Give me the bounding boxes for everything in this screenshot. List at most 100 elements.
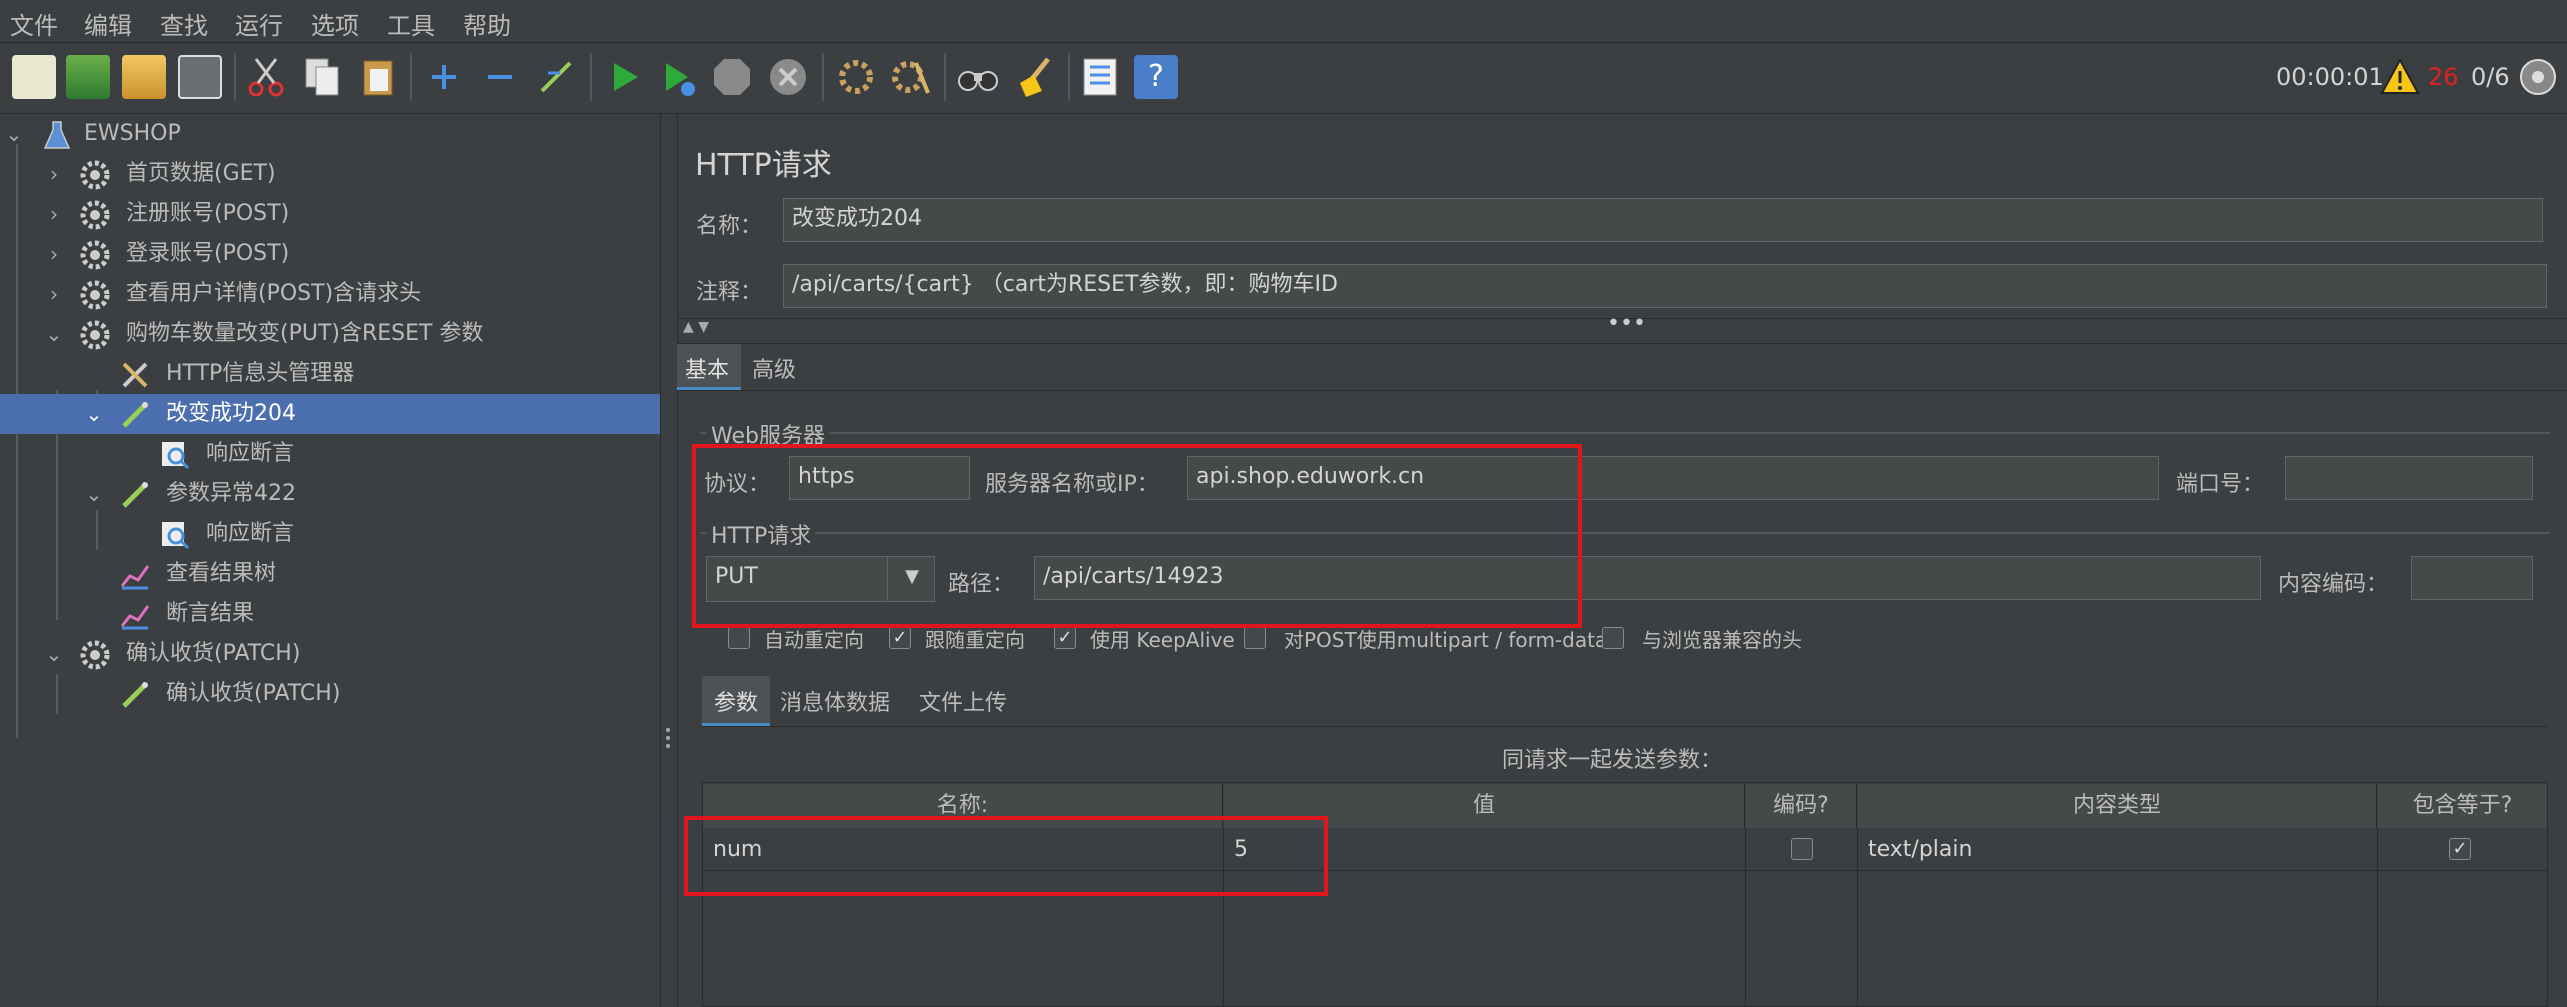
tab-files-upload[interactable]: 文件上传	[919, 685, 1007, 717]
comment-label: 注释：	[696, 280, 763, 305]
encoding-label: 内容编码：	[2278, 572, 2389, 597]
open-icon[interactable]	[122, 55, 166, 99]
chevron-down-icon[interactable]: ⌄	[42, 634, 66, 674]
annotation-box-server-path	[692, 444, 1582, 628]
keepalive-checkbox[interactable]: ✓	[1054, 627, 1076, 649]
tab-basic[interactable]: 基本	[677, 344, 741, 390]
clear-icon[interactable]	[834, 55, 878, 99]
follow-redirect-label: 跟随重定向	[925, 628, 1025, 652]
browser-headers-label: 与浏览器兼容的头	[1642, 628, 1802, 652]
warning-icon[interactable]	[2380, 57, 2420, 97]
menu-options[interactable]: 选项	[311, 6, 359, 41]
magnifier-icon	[160, 440, 190, 470]
tree-node-http-sampler[interactable]: 确认收货(PATCH)	[0, 674, 660, 714]
gear-icon	[80, 320, 110, 350]
chevron-down-icon[interactable]: ⌄	[42, 314, 66, 354]
pipette-icon	[120, 400, 150, 430]
tree-node-results-tree[interactable]: 查看结果树	[0, 554, 660, 594]
tree-node-response-assertion[interactable]: 响应断言	[0, 434, 660, 474]
menu-search[interactable]: 查找	[160, 6, 208, 41]
save-icon[interactable]	[178, 55, 222, 99]
multipart-label: 对POST使用multipart / form-data	[1284, 628, 1608, 652]
menu-bar: 文件 编辑 查找 运行 选项 工具 帮助	[0, 0, 2567, 43]
tree-node-http-sampler-selected[interactable]: ⌄ 改变成功204	[0, 394, 660, 434]
col-header-content-type[interactable]: 内容类型	[1858, 784, 2377, 828]
shutdown-icon[interactable]	[766, 55, 810, 99]
paste-icon[interactable]	[356, 55, 400, 99]
expand-icon[interactable]	[422, 55, 466, 99]
chart-icon	[120, 600, 150, 630]
chevron-right-icon[interactable]: ›	[42, 274, 66, 314]
stop-icon[interactable]	[710, 55, 754, 99]
tab-parameters[interactable]: 参数	[702, 676, 770, 726]
help-icon[interactable]: ?	[1134, 55, 1178, 99]
params-caption: 同请求一起发送参数：	[1502, 748, 1723, 773]
menu-help[interactable]: 帮助	[463, 6, 511, 41]
tree-node-header-manager[interactable]: HTTP信息头管理器	[0, 354, 660, 394]
chevron-right-icon[interactable]: ›	[42, 154, 66, 194]
tree-node-thread-group[interactable]: › 登录账号(POST)	[0, 234, 660, 274]
browser-headers-checkbox[interactable]	[1602, 627, 1624, 649]
test-plan-icon	[42, 120, 72, 150]
menu-file[interactable]: 文件	[10, 6, 58, 41]
warning-count: 26	[2428, 63, 2459, 91]
col-header-include-equals[interactable]: 包含等于?	[2378, 784, 2547, 828]
menu-edit[interactable]: 编辑	[84, 6, 132, 41]
tree-node-thread-group[interactable]: ⌄ 确认收货(PATCH)	[0, 634, 660, 674]
tree-node-thread-group[interactable]: ⌄ 购物车数量改变(PUT)含RESET 参数	[0, 314, 660, 354]
chevron-down-icon[interactable]: ⌄	[82, 394, 106, 434]
param-content-type-cell[interactable]: text/plain	[1858, 830, 2377, 870]
chevron-right-icon[interactable]: ›	[42, 194, 66, 234]
tree-node-assertion-results[interactable]: 断言结果	[0, 594, 660, 634]
section-divider[interactable]: ▲ ▼ •••	[677, 311, 2567, 344]
tab-body-data[interactable]: 消息体数据	[780, 685, 890, 717]
tree-node-thread-group[interactable]: › 首页数据(GET)	[0, 154, 660, 194]
port-field[interactable]	[2285, 456, 2533, 500]
auto-redirect-checkbox[interactable]	[728, 627, 750, 649]
tree-node-response-assertion[interactable]: 响应断言	[0, 514, 660, 554]
chevron-down-icon[interactable]: ⌄	[82, 474, 106, 514]
menu-run[interactable]: 运行	[235, 6, 283, 41]
templates-icon[interactable]	[66, 55, 110, 99]
annotation-box-param	[684, 816, 1328, 896]
thread-status-icon	[2518, 57, 2558, 97]
name-label: 名称：	[696, 214, 763, 239]
tree-node-thread-group[interactable]: › 查看用户详情(POST)含请求头	[0, 274, 660, 314]
elapsed-timer: 00:00:01	[2276, 63, 2384, 91]
cut-icon[interactable]	[244, 55, 288, 99]
tree-node-http-sampler[interactable]: ⌄ 参数异常422	[0, 474, 660, 514]
clear-all-icon[interactable]	[888, 55, 932, 99]
collapse-icon[interactable]	[478, 55, 522, 99]
chevron-right-icon[interactable]: ›	[42, 234, 66, 274]
tree-node-thread-group[interactable]: › 注册账号(POST)	[0, 194, 660, 234]
tab-advanced[interactable]: 高级	[752, 352, 796, 384]
pipette-icon	[120, 480, 150, 510]
col-header-encode[interactable]: 编码?	[1746, 784, 1857, 828]
encoding-field[interactable]	[2411, 556, 2533, 600]
multipart-checkbox[interactable]	[1244, 627, 1266, 649]
pipette-icon	[120, 680, 150, 710]
chart-icon	[120, 560, 150, 590]
active-threads: 0/6	[2471, 63, 2510, 91]
reset-search-icon[interactable]	[1012, 55, 1056, 99]
toggle-icon[interactable]	[534, 55, 578, 99]
copy-icon[interactable]	[300, 55, 344, 99]
search-icon[interactable]	[956, 55, 1000, 99]
collapse-arrows-icon[interactable]: ▲ ▼	[683, 319, 709, 335]
drag-handle-icon: •••	[1607, 311, 1646, 336]
menu-tools[interactable]: 工具	[387, 6, 435, 41]
function-helper-icon[interactable]	[1078, 55, 1122, 99]
comment-field[interactable]: /api/carts/{cart} （cart为RESET参数，即：购物车ID	[783, 264, 2547, 308]
auto-redirect-label: 自动重定向	[764, 628, 864, 652]
start-no-pause-icon[interactable]	[656, 55, 700, 99]
tree-node-test-plan[interactable]: ⌄ EWSHOP	[0, 114, 660, 154]
chevron-down-icon[interactable]: ⌄	[2, 114, 26, 154]
new-icon[interactable]	[12, 55, 56, 99]
port-label: 端口号：	[2176, 472, 2265, 497]
follow-redirect-checkbox[interactable]: ✓	[889, 627, 911, 649]
param-encode-checkbox[interactable]	[1791, 838, 1813, 860]
panel-splitter[interactable]	[660, 114, 678, 1007]
param-include-equals-checkbox[interactable]: ✓	[2449, 838, 2471, 860]
start-icon[interactable]	[602, 55, 646, 99]
name-field[interactable]: 改变成功204	[783, 198, 2543, 242]
